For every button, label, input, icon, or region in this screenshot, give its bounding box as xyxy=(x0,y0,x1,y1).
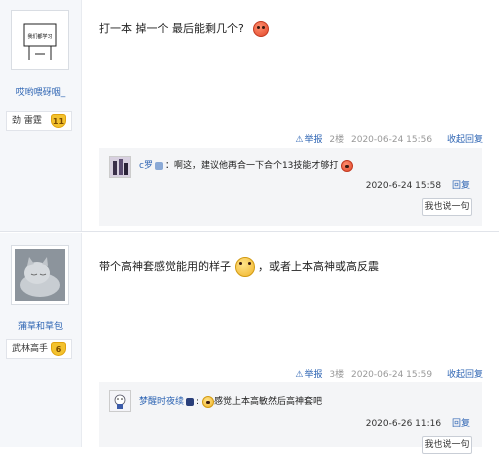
sub-reply-box: 梦醒时夜续: 感觉上本高敏然后高神套吧 2020-6-26 11:16 回复 我… xyxy=(99,382,482,454)
sub-avatar[interactable] xyxy=(109,156,131,178)
post-time: 2020-06-24 15:59 xyxy=(351,370,433,380)
post-text-cont: ，或者上本高神或高反震 xyxy=(258,260,379,273)
smiley-angry-icon xyxy=(341,159,354,172)
smiley-angry-icon xyxy=(253,21,270,37)
sub-reply-body: 感觉上本高敏然后高神套吧 xyxy=(213,397,322,407)
say-something-button[interactable]: 我也说一句 xyxy=(422,436,472,454)
post-time: 2020-06-24 15:56 xyxy=(351,135,433,145)
sub-reply-link[interactable]: 回复 xyxy=(452,181,470,191)
post-text: 带个高神套感觉能用的样子 xyxy=(99,260,231,273)
sub-reply-text: c罗 ：啊这，建议他再合一下合个13技能才够打 xyxy=(139,158,354,172)
avatar[interactable]: 我们都学习 xyxy=(11,10,69,70)
author-sidebar: 我们都学习 哎哟喂砑咽_ 劲 雷霆 11 xyxy=(0,0,82,232)
post-content: 打一本 掉一个 最后能剩几个? xyxy=(99,20,270,37)
avatar-image: 我们都学习 xyxy=(15,14,65,66)
smiley-icon xyxy=(201,395,214,408)
level-badge-icon: 11 xyxy=(51,114,66,128)
rank-label: 武林高手 xyxy=(12,344,49,354)
vip-icon xyxy=(186,397,195,406)
sub-reply-body: ：啊这，建议他再合一下合个13技能才够打 xyxy=(164,161,339,171)
sub-reply-meta: 2020-6-26 11:16 回复 xyxy=(366,416,470,429)
sub-reply-author[interactable]: c罗 xyxy=(139,161,153,171)
post-floor-3: 蒲草和草包 武林高手 6 带个高神套感觉能用的样子 ，或者上本高神或高反震 ⚠举… xyxy=(0,233,499,454)
post-text: 打一本 掉一个 最后能剩几个? xyxy=(99,22,244,35)
post-divider xyxy=(0,231,499,232)
svg-text:我们都学习: 我们都学习 xyxy=(27,33,52,40)
rank-badge[interactable]: 武林高手 6 xyxy=(6,339,72,359)
author-name[interactable]: 蒲草和草包 xyxy=(0,319,81,332)
floor-number: 2楼 xyxy=(329,135,345,145)
sub-reply-link[interactable]: 回复 xyxy=(452,419,470,429)
smiley-wink-icon xyxy=(234,257,255,277)
report-link[interactable]: ⚠举报 xyxy=(295,135,322,145)
post-floor-2: 我们都学习 哎哟喂砑咽_ 劲 雷霆 11 打一本 掉一个 最后能剩几个? ⚠举报… xyxy=(0,0,499,232)
author-name[interactable]: 哎哟喂砑咽_ xyxy=(0,85,81,98)
vip-icon xyxy=(154,161,163,170)
sub-reply-text: 梦醒时夜续: 感觉上本高敏然后高神套吧 xyxy=(139,394,322,408)
avatar-image xyxy=(15,249,65,301)
floor-number: 3楼 xyxy=(329,370,345,380)
post-meta: ⚠举报 2楼 2020-06-24 15:56 收起回复 xyxy=(291,132,483,145)
say-something-button[interactable]: 我也说一句 xyxy=(422,198,472,216)
collapse-reply-link[interactable]: 收起回复 xyxy=(447,370,483,380)
author-sidebar: 蒲草和草包 武林高手 6 xyxy=(0,233,82,447)
report-link[interactable]: ⚠举报 xyxy=(295,370,322,380)
sub-avatar[interactable] xyxy=(109,390,131,412)
post-meta: ⚠举报 3楼 2020-06-24 15:59 收起回复 xyxy=(291,367,483,380)
sub-reply-date: 2020-6-24 15:58 xyxy=(365,181,442,191)
rank-badge[interactable]: 劲 雷霆 11 xyxy=(6,111,72,131)
post-content: 带个高神套感觉能用的样子 ，或者上本高神或高反震 xyxy=(99,257,379,277)
sub-reply-author[interactable]: 梦醒时夜续 xyxy=(139,397,184,407)
sub-reply-colon: : xyxy=(196,397,200,407)
rank-label: 劲 雷霆 xyxy=(12,116,42,126)
sub-reply-meta: 2020-6-24 15:58 回复 xyxy=(366,178,470,191)
collapse-reply-link[interactable]: 收起回复 xyxy=(447,135,483,145)
sub-reply-box: c罗 ：啊这，建议他再合一下合个13技能才够打 2020-6-24 15:58 回… xyxy=(99,148,482,226)
level-badge-icon: 6 xyxy=(51,342,66,356)
avatar[interactable] xyxy=(11,245,69,305)
sub-reply-date: 2020-6-26 11:16 xyxy=(365,419,442,429)
